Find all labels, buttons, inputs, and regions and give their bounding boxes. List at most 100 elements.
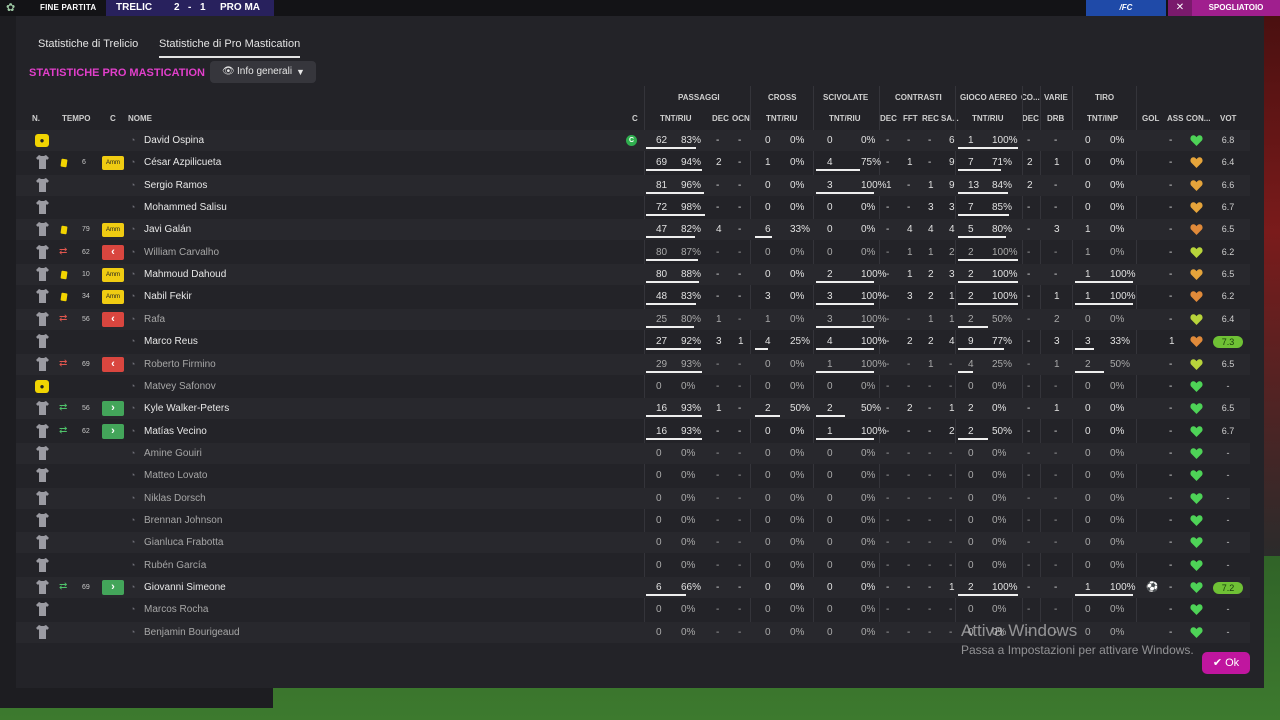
stat-assists: - [1169, 582, 1173, 593]
table-row[interactable]: ● ◔ David Ospina C 62 83% - -0 0% 0 0% - - -6 1 100% - -0… [16, 130, 1250, 151]
player-rating: 6.5 [1221, 358, 1235, 369]
header-ass: ASS [1167, 114, 1184, 123]
stat-con_fft: - [907, 537, 911, 549]
player-name[interactable]: Roberto Firmino [144, 354, 216, 375]
table-row[interactable]: ◔ Marcos Rocha 0 0% - -0 0% 0 0% - - - -0 0% - -0 0% - - [16, 599, 1250, 620]
player-rating: 6.8 [1221, 135, 1235, 145]
player-name[interactable]: César Azpilicueta [144, 152, 221, 173]
stat-ga-pct: 50% [992, 313, 1013, 325]
table-row[interactable]: ● ◔ Matvey Safonov 0 0% - -0 0% 0 0% - - - -0 0% - -0 0% -… [16, 376, 1250, 397]
stat-sci-pct: 0% [861, 626, 876, 638]
stat-con_fft: - [907, 492, 911, 504]
table-row[interactable]: ◔ Rubén García 0 0% - -0 0% 0 0% - - - -0 0% - -0 0% - - [16, 555, 1250, 576]
table-row[interactable]: ⇄ 56 › ◔ Kyle Walker-Peters 16 93% 1-2 50% 2 50% -2… [16, 398, 1250, 420]
stat-sci-bar [816, 348, 874, 351]
player-rating: 6.2 [1221, 291, 1235, 302]
player-name[interactable]: Rubén García [144, 555, 206, 576]
table-row[interactable]: ◔ Gianluca Frabotta 0 0% - -0 0% 0 0% - - - -0 0% - -0 0… [16, 532, 1250, 554]
player-name[interactable]: Amine Gouiri [144, 443, 202, 464]
table-row[interactable]: ⇄ 62 › ◔ Matías Vecino 16 93% - -0 0% 1 100% - - -2 2 50… [16, 421, 1250, 442]
player-rating: 6.7 [1221, 202, 1235, 213]
player-shirt-icon [36, 557, 49, 572]
header-crs-tntriu: TNT/RIU [766, 114, 798, 123]
stat-sci-pct: 0% [861, 582, 876, 593]
player-name[interactable]: William Carvalho [144, 242, 219, 263]
stat-drb: - [1054, 246, 1058, 258]
player-shirt-icon [36, 155, 49, 170]
player-name[interactable]: Sergio Ramos [144, 175, 207, 196]
table-row[interactable]: 10 Amm ◔ Mahmoud Dahoud 80 88% - -0 0% 2 100% -1 2 3 2… [16, 264, 1250, 286]
stat-pas-bar [646, 370, 702, 373]
player-name[interactable]: Matías Vecino [144, 421, 207, 442]
player-name[interactable]: Gianluca Frabotta [144, 532, 224, 553]
stat-pas-pct: 0% [681, 559, 696, 571]
table-row[interactable]: ◔ Amine Gouiri 0 0% - -0 0% 0 0% - - - -0 0% - -0 0% - - [16, 442, 1250, 464]
stat-pas-bar [646, 169, 703, 172]
table-row[interactable]: 79 Amm ◔ Javi Galán 47 82% 4-6 33% 0 0% -4 4 4 5 80% -3… [16, 219, 1250, 241]
stat-crs-attempts: 0 [765, 135, 771, 146]
stat-crs-attempts: 1 [765, 313, 771, 325]
stat-ga-bar [958, 370, 973, 373]
stat-sci-pct: 0% [861, 135, 876, 146]
close-icon[interactable]: ✕ [1168, 0, 1192, 16]
stat-con_dec: - [886, 537, 890, 549]
stat-tiro-attempts: 0 [1085, 380, 1091, 392]
stat-sci-pct: 0% [861, 447, 876, 459]
table-row[interactable]: 34 Amm ◔ Nabil Fekir 48 83% - -3 0% 3 100% -3 2 1 2 100… [16, 286, 1250, 307]
player-name[interactable]: Marcos Rocha [144, 599, 208, 620]
player-name[interactable]: David Ospina [144, 130, 204, 151]
ok-button[interactable]: ✔ Ok [1202, 652, 1250, 674]
player-rating: 7.3 [1213, 336, 1243, 349]
stat-sci-pct: 0% [861, 604, 876, 616]
player-name[interactable]: Marco Reus [144, 331, 198, 352]
substituted-in-badge: › [102, 423, 124, 439]
player-name[interactable]: Rafa [144, 309, 165, 330]
stat-ga-pct: 0% [992, 514, 1007, 526]
table-row[interactable]: ◔ Marco Reus 27 92% 3 1 4 25% 4 100% -2 2 4 9 77% -3 3 33… [16, 331, 1250, 352]
condition-heart-icon [1190, 603, 1203, 616]
player-name[interactable]: Kyle Walker-Peters [144, 398, 229, 419]
player-portrait-icon: ◔ [130, 246, 136, 257]
player-name[interactable]: Mahmoud Dahoud [144, 264, 226, 285]
tab-away-stats[interactable]: Statistiche di Pro Mastication [159, 38, 301, 58]
table-row[interactable]: ◔ Brennan Johnson 0 0% - -0 0% 0 0% - - - -0 0% - -0 0% -… [16, 510, 1250, 531]
table-row[interactable]: ⇄ 69 ‹ ◔ Roberto Firmino 29 93% - -0 0% 1 100% - -1-4… [16, 353, 1250, 375]
stat-pas-pct: 0% [681, 380, 696, 392]
dressing-room-button[interactable]: SPOGLIATOIO [1192, 0, 1280, 16]
table-row[interactable]: ⇄ 69 › ◔ Giovanni Simeone 6 66% - -0 0% 0 0% - - -1 2 10… [16, 577, 1250, 598]
tab-home-stats[interactable]: Statistiche di Trelicio [38, 38, 138, 50]
stat-pas_dec: - [716, 470, 720, 482]
player-name[interactable]: Matteo Lovato [144, 465, 207, 486]
stat-con_sa: 1 [949, 403, 955, 415]
stat-con_dec: - [886, 246, 890, 258]
table-row[interactable]: ◔ Sergio Ramos 81 96% - -0 0% 3 100% 1-1 9 13 84% 2-0… [16, 174, 1250, 196]
stat-co_dec: - [1027, 492, 1031, 504]
view-dropdown[interactable]: 👁 Info generali ▼ [210, 61, 316, 83]
player-name[interactable]: Brennan Johnson [144, 510, 222, 531]
table-row[interactable]: ⇄ 62 ‹ ◔ William Carvalho 80 87% - -0 0% 0 0% -1 1 2 2 1… [16, 242, 1250, 263]
header-pas-ocn: OCN [732, 114, 750, 123]
table-row[interactable]: ⇄ 56 ‹ ◔ Rafa 25 80% 1-1 0% 3 100% - -1 1 2 50% -2 0 0% -6.… [16, 308, 1250, 330]
player-name[interactable]: Benjamin Bourigeaud [144, 622, 240, 643]
stat-assists: - [1169, 492, 1173, 504]
stat-drb: - [1054, 604, 1058, 616]
stat-pas_dec: - [716, 514, 720, 526]
table-row[interactable]: 6 Amm ◔ César Azpilicueta 69 94% 2-1 0% 4 75% -1-9… [16, 152, 1250, 173]
player-name[interactable]: Nabil Fekir [144, 286, 192, 307]
table-row[interactable]: ◔ Mohammed Salisu 72 98% - -0 0% 0 0% - -3 3 7 85% - -0… [16, 197, 1250, 218]
stat-pas_dec: - [716, 626, 720, 638]
player-name[interactable]: Javi Galán [144, 219, 191, 240]
stat-con_fft: 3 [907, 291, 913, 303]
stat-crs-pct: 0% [790, 313, 805, 325]
stat-assists: - [1169, 537, 1173, 549]
stat-ga-bar [958, 325, 988, 328]
stat-co_dec: - [1027, 269, 1031, 281]
table-row[interactable]: ◔ Matteo Lovato 0 0% - -0 0% 0 0% - - - -0 0% - -0 0% - - [16, 465, 1250, 486]
player-name[interactable]: Matvey Safonov [144, 376, 216, 397]
player-name[interactable]: Giovanni Simeone [144, 577, 226, 598]
player-portrait-icon: ◔ [130, 537, 136, 548]
table-row[interactable]: ◔ Niklas Dorsch 0 0% - -0 0% 0 0% - - - -0 0% - -0 0% - - [16, 487, 1250, 509]
player-name[interactable]: Niklas Dorsch [144, 488, 206, 509]
stat-con_rec: 2 [928, 269, 934, 281]
player-name[interactable]: Mohammed Salisu [144, 197, 227, 218]
